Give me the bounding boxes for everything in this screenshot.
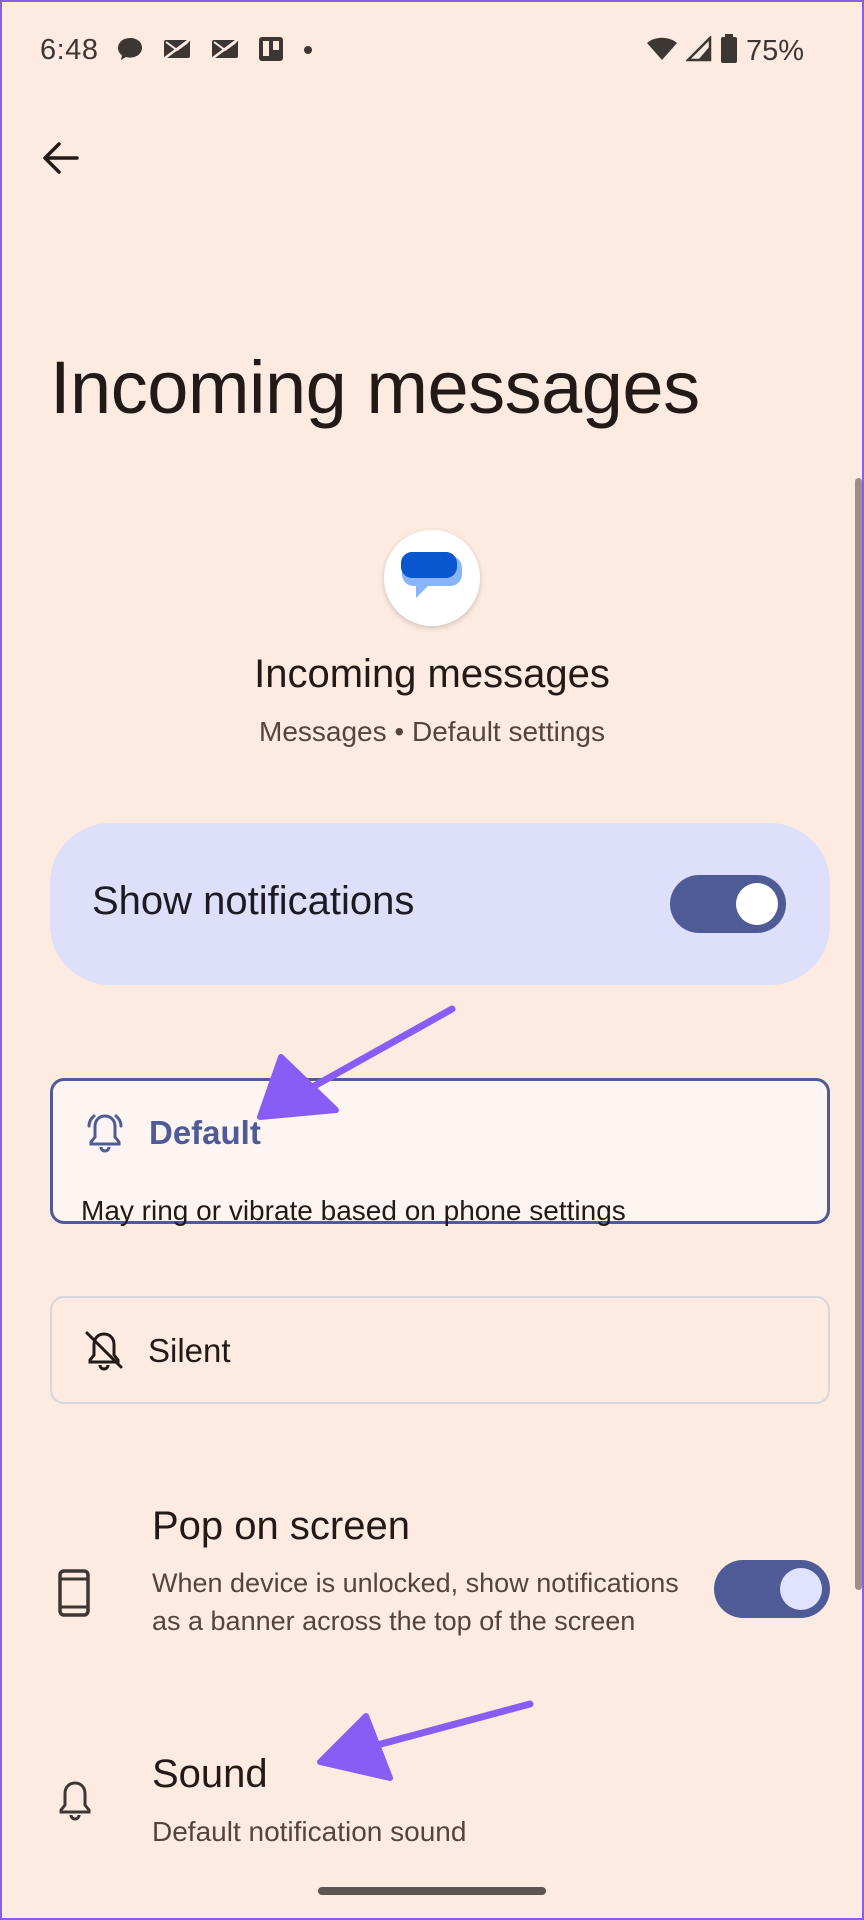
- annotation-arrows: [257, 1005, 534, 1781]
- annotation-arrow-sound: [317, 1700, 534, 1781]
- annotation-arrow-default: [257, 1005, 456, 1120]
